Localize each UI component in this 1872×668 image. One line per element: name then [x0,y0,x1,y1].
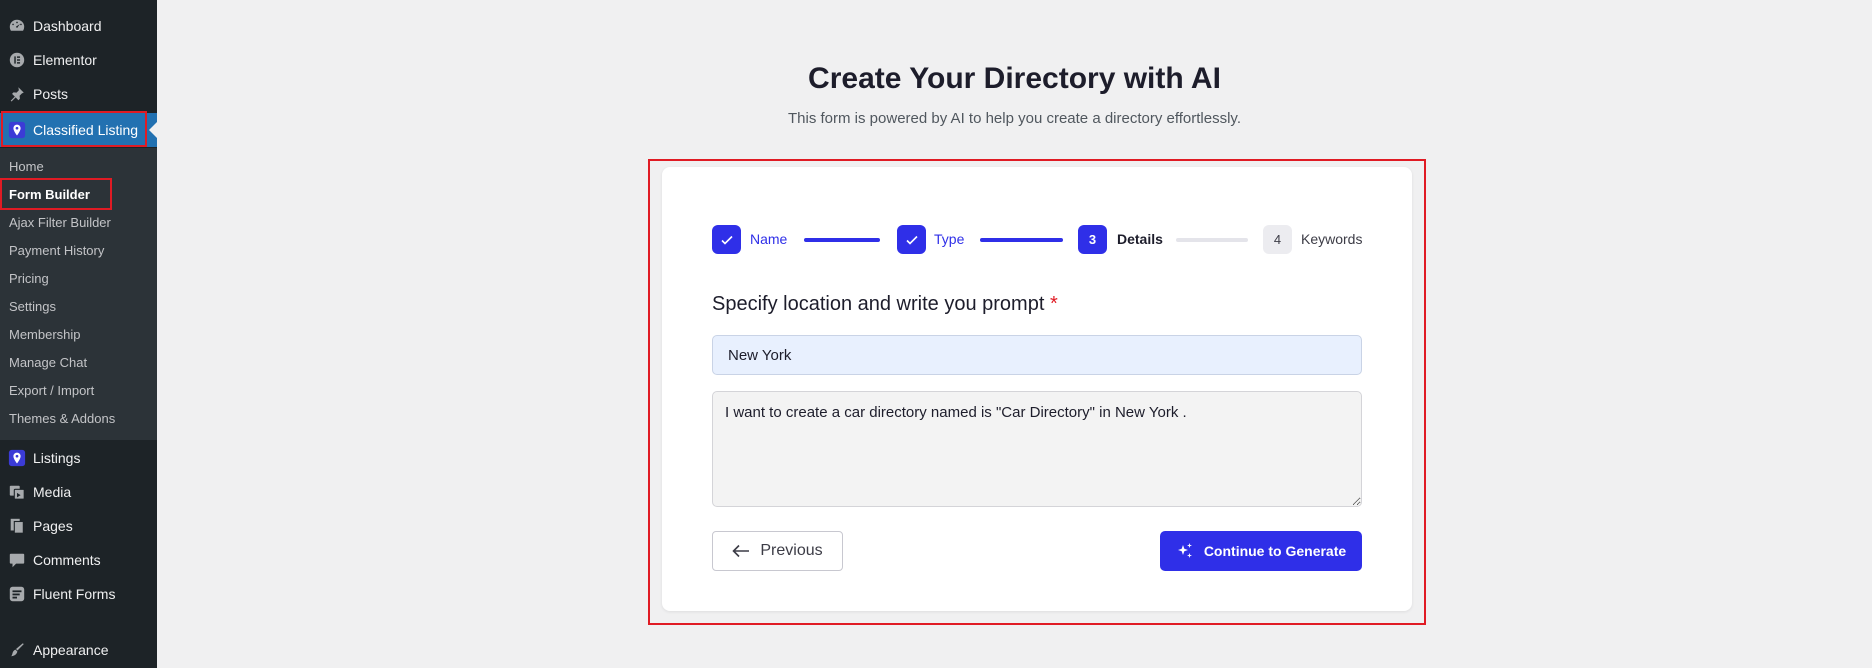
prompt-field-label-text: Specify location and write you prompt [712,293,1045,315]
sidebar-item-label: Comments [33,552,101,568]
directory-form-card: Name Type 3 Details 4 Keywords Specify l… [662,167,1412,611]
previous-button-label: Previous [760,542,823,559]
comment-icon [0,543,33,577]
sidebar-item-label: Posts [33,86,69,102]
required-asterisk: * [1049,293,1058,315]
sidebar-item-dashboard[interactable]: Dashboard [0,9,157,43]
step-connector-2 [980,238,1063,242]
sidebar-item-posts[interactable]: Posts [0,77,157,111]
submenu-item-themes-addons[interactable]: Themes & Addons [9,411,115,426]
step-4-label: Keywords [1301,231,1363,247]
page-title: Create Your Directory with AI [808,62,1221,95]
submenu-item-settings[interactable]: Settings [9,299,56,314]
check-icon [720,235,733,245]
sidebar-item-comments[interactable]: Comments [0,543,157,577]
check-icon [905,235,918,245]
sidebar-item-appearance[interactable]: Appearance [0,633,157,667]
page-subtitle: This form is powered by AI to help you c… [788,110,1241,127]
pin-icon [0,77,33,111]
location-pin-icon [0,441,33,475]
submenu-item-home[interactable]: Home [9,159,44,174]
prompt-field-label: Specify location and write you prompt * [712,293,1058,316]
sidebar-item-media[interactable]: Media [0,475,157,509]
highlight-box-classified-listing [1,111,147,147]
forms-icon [0,577,33,611]
step-connector-3 [1176,238,1248,242]
sidebar-item-label: Pages [33,518,73,534]
sidebar-item-label: Fluent Forms [33,586,116,602]
sidebar-item-label: Elementor [33,52,97,68]
elementor-icon [0,43,33,77]
sidebar-item-elementor[interactable]: Elementor [0,43,157,77]
pages-icon [0,509,33,543]
step-3-badge: 3 [1078,225,1107,254]
submenu-item-pricing[interactable]: Pricing [9,271,49,286]
continue-to-generate-label: Continue to Generate [1203,543,1347,559]
media-icon [0,475,33,509]
sidebar-item-label: Appearance [33,642,109,658]
step-1-badge [712,225,741,254]
sidebar-item-label: Media [33,484,72,500]
step-3-label: Details [1117,231,1163,247]
brush-icon [0,633,33,667]
step-2-label: Type [934,231,965,247]
active-menu-arrow [149,122,157,138]
prompt-textarea[interactable]: I want to create a car directory named i… [712,391,1362,507]
step-1-label: Name [750,231,788,247]
continue-to-generate-button[interactable]: Continue to Generate [1160,531,1362,571]
highlight-box-form-builder [0,178,112,210]
dashboard-icon [0,9,33,43]
submenu-item-ajax-filter-builder[interactable]: Ajax Filter Builder [9,215,111,230]
sidebar-item-listings[interactable]: Listings [0,441,157,475]
submenu-item-membership[interactable]: Membership [9,327,81,342]
step-connector-1 [804,238,880,242]
previous-button[interactable]: Previous [712,531,843,571]
submenu-item-export-import[interactable]: Export / Import [9,383,94,398]
sidebar-item-label: Listings [33,450,81,466]
step-4-badge: 4 [1263,225,1292,254]
sparkle-icon [1177,543,1192,558]
location-input[interactable] [712,335,1362,375]
step-2-badge [897,225,926,254]
sidebar-item-label: Dashboard [33,18,102,34]
sidebar-item-fluent-forms[interactable]: Fluent Forms [0,577,157,611]
submenu-item-manage-chat[interactable]: Manage Chat [9,355,87,370]
arrow-left-icon [732,544,750,558]
submenu-item-payment-history[interactable]: Payment History [9,243,104,258]
sidebar-item-pages[interactable]: Pages [0,509,157,543]
admin-sidebar: Dashboard Elementor Posts Classified Lis… [0,0,157,668]
